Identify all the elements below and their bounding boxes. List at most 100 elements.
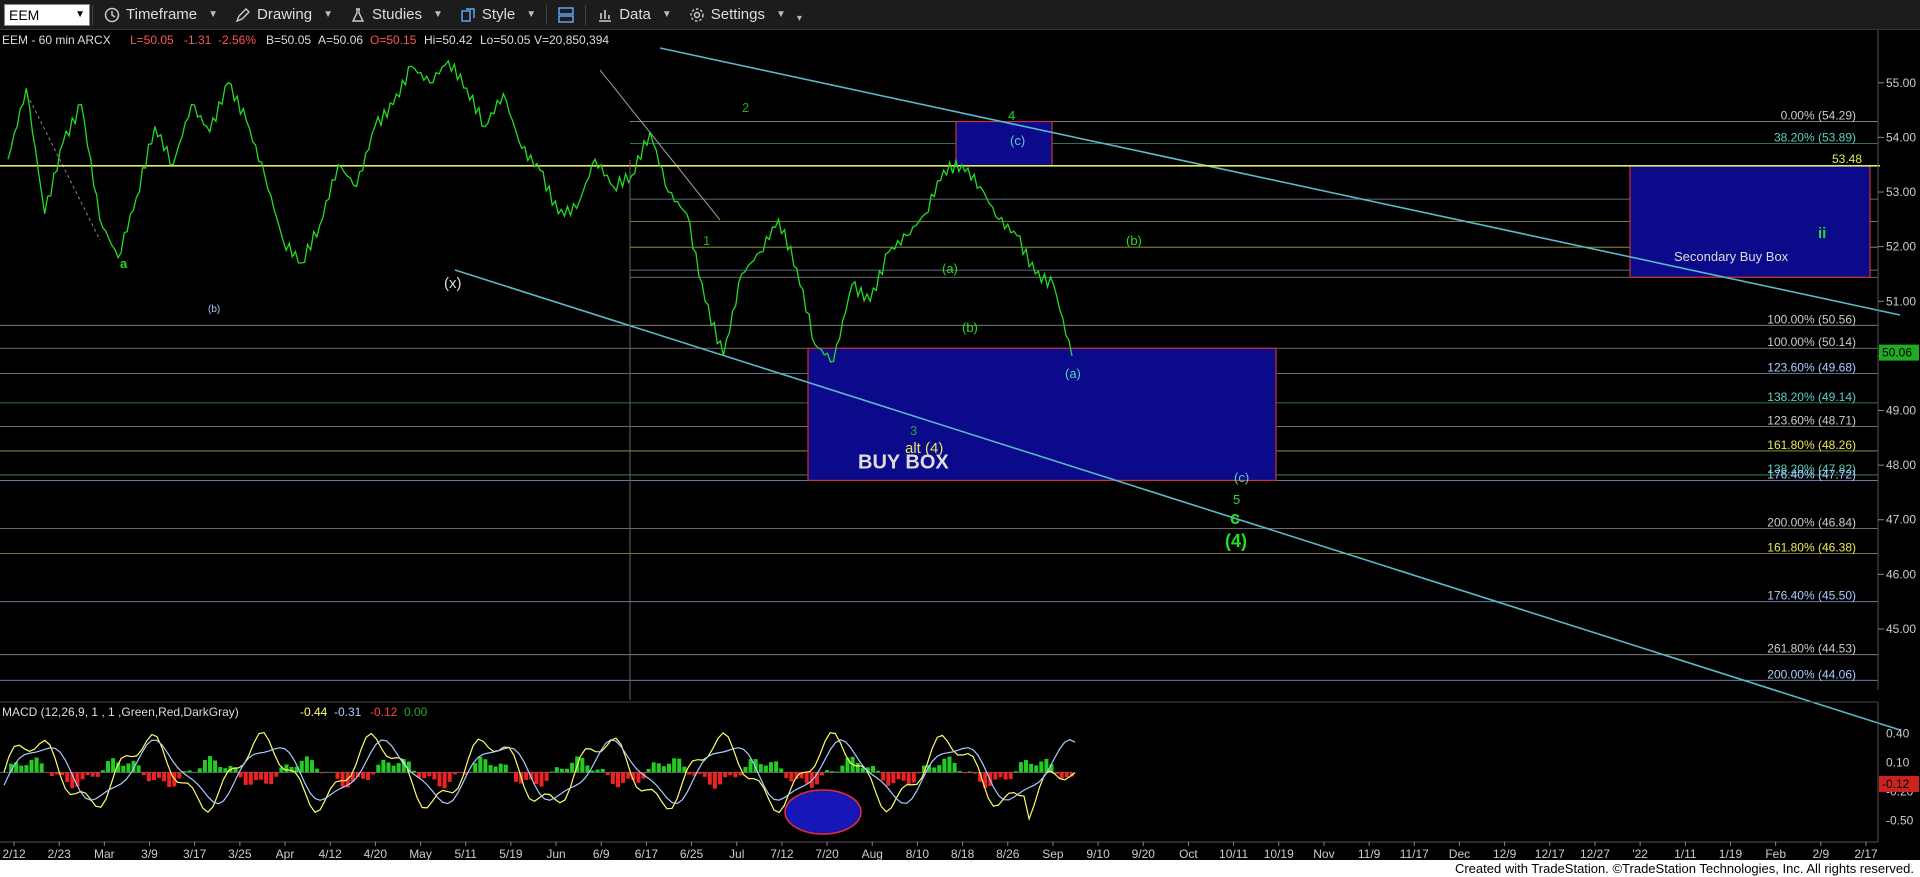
studies-button[interactable]: Studies ▼ [341,0,451,30]
macd-bar [412,770,416,773]
macd-bar [60,772,65,776]
fib-label: 200.00% (46.84) [1767,515,1856,529]
price-box[interactable] [955,120,1053,167]
date-tick-label: 8/26 [996,847,1020,860]
settings-button[interactable]: Settings ▼ ▾ [680,0,810,30]
toolbar-separator [546,4,548,25]
date-tick-label: 2/12 [2,847,26,860]
macd-bar [315,768,320,773]
macd-bar [187,770,192,773]
macd-bar [208,756,212,773]
macd-bar [835,771,840,773]
macd-bar [559,768,564,773]
price-tick-label: 48.00 [1886,458,1916,472]
macd-bar [967,771,972,773]
macd-bar [911,772,916,783]
date-tick-label: Oct [1179,847,1198,860]
highlight-ellipse[interactable] [784,789,862,835]
macd-zero: 0.00 [404,705,428,719]
data-button[interactable]: Data ▼ [588,0,680,30]
wave-label: a [120,256,128,271]
macd-bar [253,772,258,781]
macd-bar [906,772,911,785]
date-tick-label: 3/17 [183,847,207,860]
fib-label: 261.80% (44.53) [1767,642,1856,656]
date-tick-label: Aug [862,847,883,860]
macd-bar [672,758,677,773]
macd-bar [942,758,947,773]
style-button[interactable]: Style ▼ [451,0,544,30]
timeframe-label: Timeframe [126,6,198,23]
fib-label: 123.60% (49.68) [1767,360,1856,374]
volume: V=20,850,394 [534,33,609,47]
macd-bar [422,772,427,779]
macd-bar [1013,771,1018,773]
wave-label: c [1230,508,1240,528]
macd-bar [248,772,253,785]
date-tick-label: 9/10 [1086,847,1110,860]
last-price-tag: 50.06 [1879,344,1919,361]
macd-bar [539,772,544,787]
macd-bar [361,772,365,779]
macd-bar [197,768,202,773]
style-label: Style [481,6,516,23]
symbol-input[interactable]: EEM ▼ [4,3,90,26]
macd-bar [590,770,595,773]
macd-bar [167,772,172,788]
macd-bar [871,765,875,773]
data-label: Data [619,6,651,23]
open: O=50.15 [370,33,417,47]
macd-bar [24,765,29,773]
price-tick-label: 51.00 [1886,294,1916,308]
macd-bar [514,772,518,782]
macd-bar [483,759,488,773]
date-tick-label: 6/17 [635,847,659,860]
overflow-caret-icon[interactable]: ▾ [797,13,802,24]
caret-down-icon: ▼ [323,9,333,20]
macd-bar [728,772,733,776]
macd-bar [600,768,605,773]
layout-button[interactable] [549,0,583,30]
macd-bar [723,772,728,778]
macd-bar [1024,760,1028,773]
date-tick-label: 8/10 [906,847,930,860]
macd-bar [233,768,238,773]
macd-bar [39,763,44,773]
date-tick-label: 5/11 [454,847,477,860]
macd-bar [707,772,712,785]
macd-bar [605,772,610,775]
macd-bar [891,772,896,784]
macd-bar [473,763,478,773]
timeframe-button[interactable]: Timeframe ▼ [95,0,226,30]
macd-bar [626,772,631,779]
date-tick-label: 10/11 [1219,847,1248,860]
macd-bar [962,772,967,774]
macd-bar [269,772,274,785]
bar-chart-icon [596,6,614,24]
macd-bar [585,765,590,773]
macd-bar [218,767,223,773]
wave-label: (a) [1065,366,1081,381]
macd-bar [916,772,921,774]
date-tick-label: 9/20 [1132,847,1156,860]
macd-bar [758,764,763,773]
macd-bar [427,772,432,777]
settings-label: Settings [710,6,765,23]
chart[interactable]: 0.00% (54.29)38.20% (53.89)38.20% (52.87… [0,30,1920,860]
fib-label: 123.60% (48.71) [1767,413,1856,427]
macd-bar [366,772,371,781]
macd-bar [702,772,707,777]
symbol-dropdown-icon[interactable]: ▼ [75,9,85,20]
date-tick-label: 10/19 [1264,847,1294,860]
macd-bar [998,772,1003,778]
price-tick-label: 55.00 [1886,76,1916,90]
macd-bar [442,772,447,789]
macd-bar [697,772,702,774]
macd-bar [580,757,585,773]
drawing-button[interactable]: Drawing ▼ [226,0,341,30]
bid: B=50.05 [266,33,311,47]
macd-bar [49,772,54,777]
macd-bar [860,768,865,773]
macd-bar [259,772,263,780]
macd-bar [825,770,830,773]
